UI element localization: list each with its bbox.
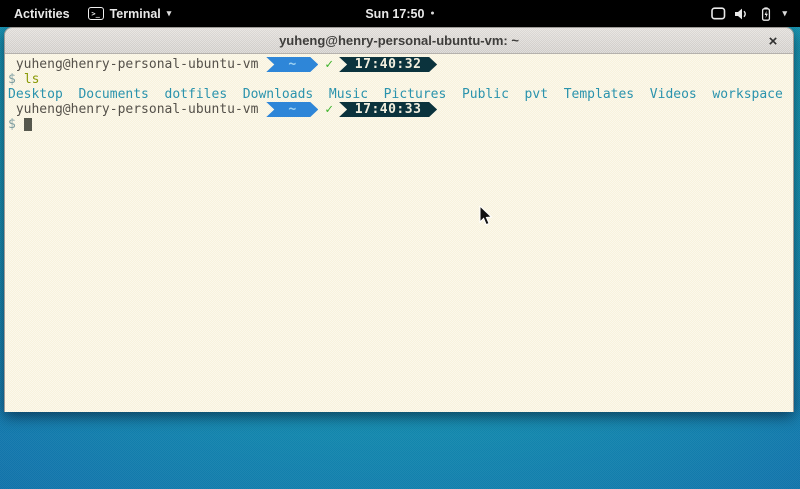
- cwd-segment: ~: [266, 102, 318, 117]
- terminal-app-icon: >_: [88, 7, 104, 20]
- user-host-label: yuheng@henry-personal-ubuntu-vm: [8, 102, 266, 117]
- time-label: 17:40:32: [355, 57, 422, 72]
- window-titlebar[interactable]: yuheng@henry-personal-ubuntu-vm: ~ ×: [5, 28, 793, 54]
- app-menu-label: Terminal: [110, 7, 161, 21]
- terminal-window: yuheng@henry-personal-ubuntu-vm: ~ × yuh…: [4, 27, 794, 412]
- cwd-label: ~: [288, 102, 296, 117]
- close-button[interactable]: ×: [763, 31, 783, 51]
- prompt-symbol: $: [8, 72, 16, 87]
- time-label: 17:40:33: [355, 102, 422, 117]
- window-title: yuheng@henry-personal-ubuntu-vm: ~: [279, 33, 519, 48]
- chevron-down-icon: ▾: [167, 8, 172, 19]
- cwd-label: ~: [288, 57, 296, 72]
- user-host-label: yuheng@henry-personal-ubuntu-vm: [8, 57, 266, 72]
- prompt-line-2: yuheng@henry-personal-ubuntu-vm ~ ✓ 17:4…: [8, 102, 793, 117]
- clock-label[interactable]: Sun 17:50: [365, 7, 424, 21]
- top-bar: Activities >_ Terminal ▾ Sun 17:50 ● ▾: [0, 0, 800, 27]
- time-segment: 17:40:33: [339, 102, 437, 117]
- terminal-cursor: [24, 118, 32, 131]
- time-segment: 17:40:32: [339, 57, 437, 72]
- status-check-icon: ✓: [325, 102, 333, 117]
- notification-dot-icon: ●: [430, 10, 434, 17]
- terminal-content[interactable]: yuheng@henry-personal-ubuntu-vm ~ ✓ 17:4…: [5, 54, 793, 412]
- prompt-symbol: $: [8, 117, 16, 132]
- prompt-line-1: yuheng@henry-personal-ubuntu-vm ~ ✓ 17:4…: [8, 57, 793, 72]
- system-menu-chevron-down-icon: ▾: [782, 8, 787, 19]
- app-menu-terminal[interactable]: >_ Terminal ▾: [88, 7, 172, 21]
- status-check-icon: ✓: [325, 57, 333, 72]
- volume-icon: [735, 8, 750, 20]
- command-text: ls: [24, 72, 40, 87]
- command-line: $ ls: [8, 72, 793, 87]
- system-status-area[interactable]: ▾: [711, 0, 800, 27]
- ls-output: Desktop Documents dotfiles Downloads Mus…: [8, 87, 793, 102]
- battery-charging-icon: [759, 7, 773, 21]
- input-line[interactable]: $: [8, 117, 793, 132]
- activities-button[interactable]: Activities: [10, 7, 74, 21]
- cwd-segment: ~: [266, 57, 318, 72]
- display-icon: [711, 7, 726, 20]
